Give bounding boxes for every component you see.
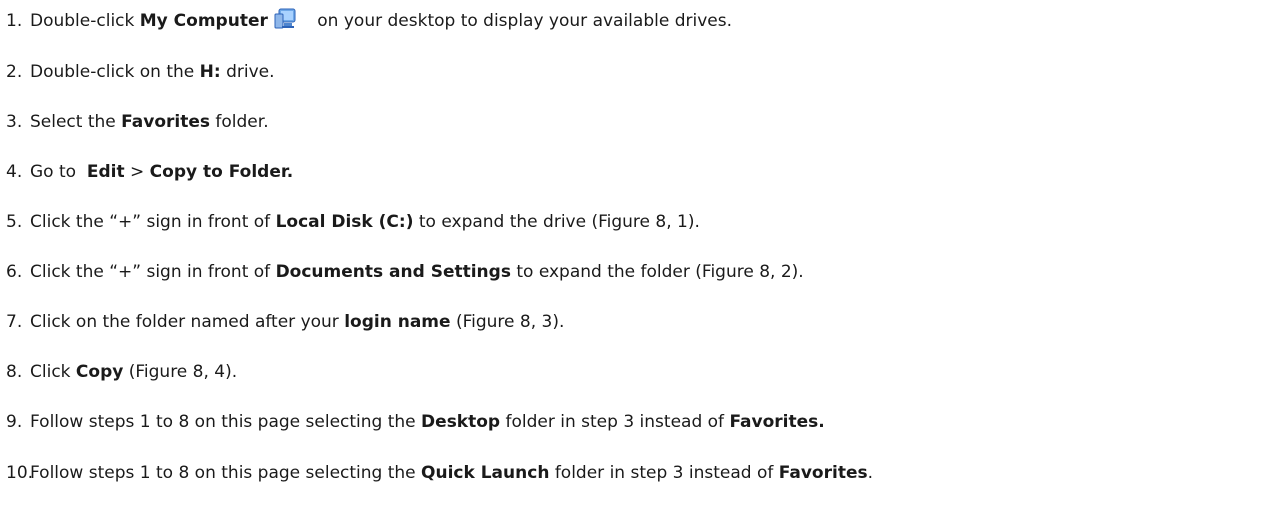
step-1: 1. Double-click My Computer on your deskt… bbox=[6, 8, 732, 34]
step-bold-text: Favorites bbox=[778, 463, 868, 483]
step-number: 4. bbox=[6, 162, 23, 182]
step-text: Click the “+” sign in front of bbox=[30, 262, 276, 282]
step-text: folder. bbox=[210, 112, 269, 132]
step-text: folder in step 3 instead of bbox=[549, 463, 779, 483]
step-bold-text: Copy to Folder. bbox=[149, 162, 294, 182]
step-text: Double-click on the bbox=[30, 62, 200, 82]
step-text: drive. bbox=[220, 62, 275, 82]
step-number: 10. bbox=[6, 463, 34, 483]
step-text: (Figure 8, 3). bbox=[450, 312, 565, 332]
step-10: 10.Follow steps 1 to 8 on this page sele… bbox=[6, 460, 873, 486]
step-bold-text: My Computer bbox=[139, 11, 268, 31]
step-bold-text: Local Disk (C:) bbox=[275, 212, 414, 232]
step-bold-text: Documents and Settings bbox=[275, 262, 511, 282]
step-bold-text: Desktop bbox=[421, 412, 501, 432]
step-text: Go to bbox=[30, 162, 87, 182]
step-bold-text: login name bbox=[344, 312, 451, 332]
step-text: Click bbox=[30, 362, 76, 382]
step-number: 8. bbox=[6, 362, 23, 382]
step-text: Follow steps 1 to 8 on this page selecti… bbox=[30, 463, 422, 483]
step-bold-text: H: bbox=[199, 62, 221, 82]
step-number: 7. bbox=[6, 312, 23, 332]
step-bold-text: Favorites bbox=[121, 112, 210, 132]
step-bold-text: Copy bbox=[75, 362, 124, 382]
step-number: 3. bbox=[6, 112, 23, 132]
my-computer-icon bbox=[274, 8, 298, 30]
step-text: . bbox=[867, 463, 874, 483]
step-text: Select the bbox=[30, 112, 122, 132]
step-text: to expand the drive (Figure 8, 1). bbox=[413, 212, 700, 232]
step-8: 8. Click Copy (Figure 8, 4). bbox=[6, 359, 237, 385]
step-bold-text: Edit bbox=[86, 162, 125, 182]
step-number: 6. bbox=[6, 262, 23, 282]
step-5: 5. Click the “+” sign in front of Local D… bbox=[6, 209, 700, 235]
step-text: Double-click bbox=[30, 11, 140, 31]
step-text: Click on the folder named after your bbox=[30, 312, 345, 332]
step-text: on your desktop to display your availabl… bbox=[311, 11, 732, 31]
step-text: folder in step 3 instead of bbox=[500, 412, 730, 432]
step-text: Follow steps 1 to 8 on this page selecti… bbox=[30, 412, 422, 432]
step-number: 9. bbox=[6, 412, 23, 432]
step-number: 2. bbox=[6, 62, 23, 82]
step-text: to expand the folder (Figure 8, 2). bbox=[510, 262, 804, 282]
step-number: 1. bbox=[6, 11, 23, 31]
step-4: 4. Go to Edit > Copy to Folder. bbox=[6, 159, 293, 185]
step-3: 3. Select the Favorites folder. bbox=[6, 109, 269, 135]
step-2: 2. Double-click on the H: drive. bbox=[6, 59, 275, 85]
step-text: > bbox=[124, 162, 150, 182]
step-9: 9. Follow steps 1 to 8 on this page selec… bbox=[6, 409, 825, 435]
step-bold-text: Quick Launch bbox=[421, 463, 550, 483]
step-number: 5. bbox=[6, 212, 23, 232]
step-text: (Figure 8, 4). bbox=[123, 362, 238, 382]
step-6: 6. Click the “+” sign in front of Documen… bbox=[6, 259, 804, 285]
step-7: 7. Click on the folder named after your l… bbox=[6, 309, 564, 335]
step-bold-text: Favorites. bbox=[729, 412, 825, 432]
step-text: Click the “+” sign in front of bbox=[30, 212, 276, 232]
